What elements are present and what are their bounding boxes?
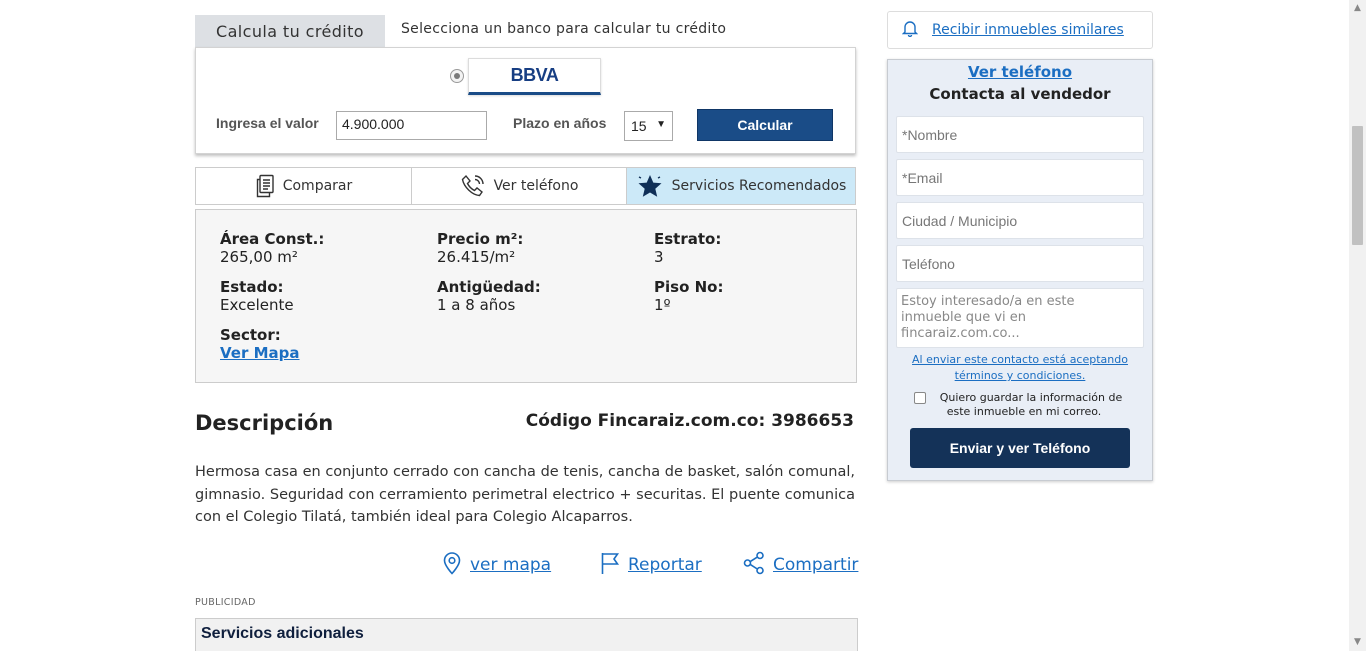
terms-notice: Al enviar este contacto está aceptando t… [888, 352, 1152, 384]
bell-icon [901, 19, 919, 41]
feature-antiguedad-value: 1 a 8 años [437, 296, 516, 314]
feature-piso-value: 1º [654, 296, 671, 314]
chevron-down-icon: ▼ [656, 119, 666, 130]
bank-radio[interactable] [450, 69, 464, 83]
map-pin-icon [442, 551, 462, 580]
feature-area-label: Área Const.: [220, 230, 325, 248]
feature-piso-label: Piso No: [654, 278, 724, 296]
terms-link-line2[interactable]: términos y condiciones. [955, 369, 1086, 382]
description-title: Descripción [195, 411, 334, 435]
compare-icon [255, 174, 275, 198]
feature-estrato: Estrato: 3 [654, 230, 721, 266]
report-link[interactable]: Reportar [628, 555, 702, 575]
recommended-services-label: Servicios Recomendados [671, 178, 847, 194]
value-input[interactable]: 4.900.000 [336, 111, 487, 140]
feature-estado: Estado: Excelente [220, 278, 294, 314]
flag-icon [600, 551, 620, 580]
share-icon [743, 551, 765, 580]
term-select-value: 15 [631, 118, 647, 134]
page-scrollbar[interactable]: ▲ ▼ [1349, 0, 1366, 651]
view-phone-button[interactable]: Ver teléfono [412, 168, 627, 204]
term-select[interactable]: 15 ▼ [624, 111, 673, 141]
listing-code: Código Fincaraiz.com.co: 3986653 [525, 411, 854, 431]
credit-tab[interactable]: Calcula tu crédito [195, 15, 385, 48]
message-field[interactable]: Estoy interesado/a en este inmueble que … [896, 288, 1144, 348]
save-info-label: Quiero guardar la información de este in… [914, 391, 1134, 419]
feature-estrato-value: 3 [654, 248, 664, 266]
bank-logo-bbva[interactable]: BBVA [468, 58, 601, 95]
city-field[interactable]: Ciudad / Municipio [896, 202, 1144, 239]
name-field[interactable]: *Nombre [896, 116, 1144, 153]
feature-sector: Sector: Ver Mapa [220, 326, 300, 362]
share-link-group[interactable]: Compartir [743, 550, 858, 580]
feature-piso: Piso No: 1º [654, 278, 723, 314]
view-phone-label: Ver teléfono [493, 178, 579, 194]
terms-link-line1[interactable]: Al enviar este contacto está aceptando [912, 353, 1128, 366]
contact-phone-row: Ver teléfono [888, 63, 1152, 81]
feature-estado-label: Estado: [220, 278, 284, 296]
scroll-up-icon[interactable]: ▲ [1349, 0, 1366, 17]
credit-hint: Selecciona un banco para calcular tu cré… [401, 21, 727, 37]
similar-listings-link[interactable]: Recibir inmuebles similares [932, 22, 1124, 38]
compare-label: Comparar [282, 178, 353, 194]
credit-calculator: BBVA Ingresa el valor 4.900.000 Plazo en… [195, 47, 856, 154]
share-link[interactable]: Compartir [773, 555, 858, 575]
compare-button[interactable]: Comparar [196, 168, 412, 204]
description-text: Hermosa casa en conjunto cerrado con can… [195, 464, 855, 525]
feature-estrato-label: Estrato: [654, 230, 722, 248]
feature-price-m2: Precio m²: 26.415/m² [437, 230, 523, 266]
similar-listings-box[interactable]: Recibir inmuebles similares [887, 11, 1153, 49]
recommended-services-tab[interactable]: Servicios Recomendados [627, 168, 855, 204]
additional-services-header: Servicios adicionales [195, 618, 858, 651]
phone-icon [460, 173, 486, 199]
feature-price-m2-label: Precio m²: [437, 230, 524, 248]
feature-area-value: 265,00 m² [220, 248, 298, 266]
scroll-down-icon[interactable]: ▼ [1349, 634, 1366, 651]
sector-map-link[interactable]: Ver Mapa [220, 344, 300, 362]
value-label: Ingresa el valor [216, 115, 319, 131]
calculate-button[interactable]: Calcular [697, 109, 833, 141]
save-info-text: Quiero guardar la información de este in… [939, 391, 1123, 418]
scrollbar-thumb[interactable] [1352, 126, 1363, 245]
feature-antiguedad-label: Antigüedad: [437, 278, 541, 296]
contact-title: Contacta al vendedor [929, 85, 1111, 103]
star-icon [636, 173, 664, 199]
feature-sector-label: Sector: [220, 326, 281, 344]
action-bar: Comparar Ver teléfono Servicios Recomend… [195, 167, 856, 205]
map-link[interactable]: ver mapa [470, 555, 551, 575]
contact-phone-link[interactable]: Ver teléfono [968, 63, 1072, 81]
feature-area: Área Const.: 265,00 m² [220, 230, 324, 266]
send-and-view-phone-button[interactable]: Enviar y ver Teléfono [910, 428, 1130, 468]
feature-antiguedad: Antigüedad: 1 a 8 años [437, 278, 541, 314]
feature-estado-value: Excelente [220, 296, 294, 314]
ads-label: PUBLICIDAD [195, 597, 256, 608]
feature-price-m2-value: 26.415/m² [437, 248, 516, 266]
term-label: Plazo en años [513, 115, 607, 131]
email-field[interactable]: *Email [896, 159, 1144, 196]
phone-field[interactable]: Teléfono [896, 245, 1144, 282]
report-link-group[interactable]: Reportar [600, 550, 702, 580]
contact-panel: Ver teléfono Contacta al vendedor *Nombr… [887, 59, 1153, 481]
map-link-group[interactable]: ver mapa [442, 550, 551, 580]
property-features: Área Const.: 265,00 m² Precio m²: 26.415… [195, 209, 857, 383]
